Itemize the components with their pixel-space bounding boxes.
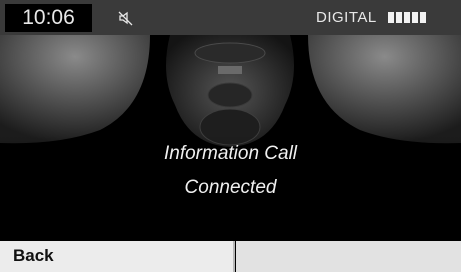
clock-time: 10:06 (22, 6, 75, 29)
signal-strength-icon (388, 12, 426, 23)
signal-bar (404, 12, 410, 23)
signal-bar (396, 12, 402, 23)
signal-bar (388, 12, 394, 23)
back-softkey[interactable]: Back (0, 241, 235, 272)
status-bar: 10:06 DIGITAL (0, 0, 461, 35)
empty-softkey[interactable] (236, 241, 461, 272)
reception-label: DIGITAL (316, 9, 377, 26)
clock-box: 10:06 (5, 4, 92, 32)
speaker-muted-icon (118, 11, 133, 26)
message-line-2: Connected (184, 177, 277, 198)
softkey-bar: Back (0, 241, 461, 272)
signal-bar (420, 12, 426, 23)
signal-bar (412, 12, 418, 23)
telematics-screen: 10:06 DIGITAL Information Call Connected… (0, 0, 461, 272)
back-softkey-label: Back (13, 246, 54, 265)
overhead-control-panel-illustration (0, 35, 461, 241)
message-line-1: Information Call (163, 143, 298, 164)
